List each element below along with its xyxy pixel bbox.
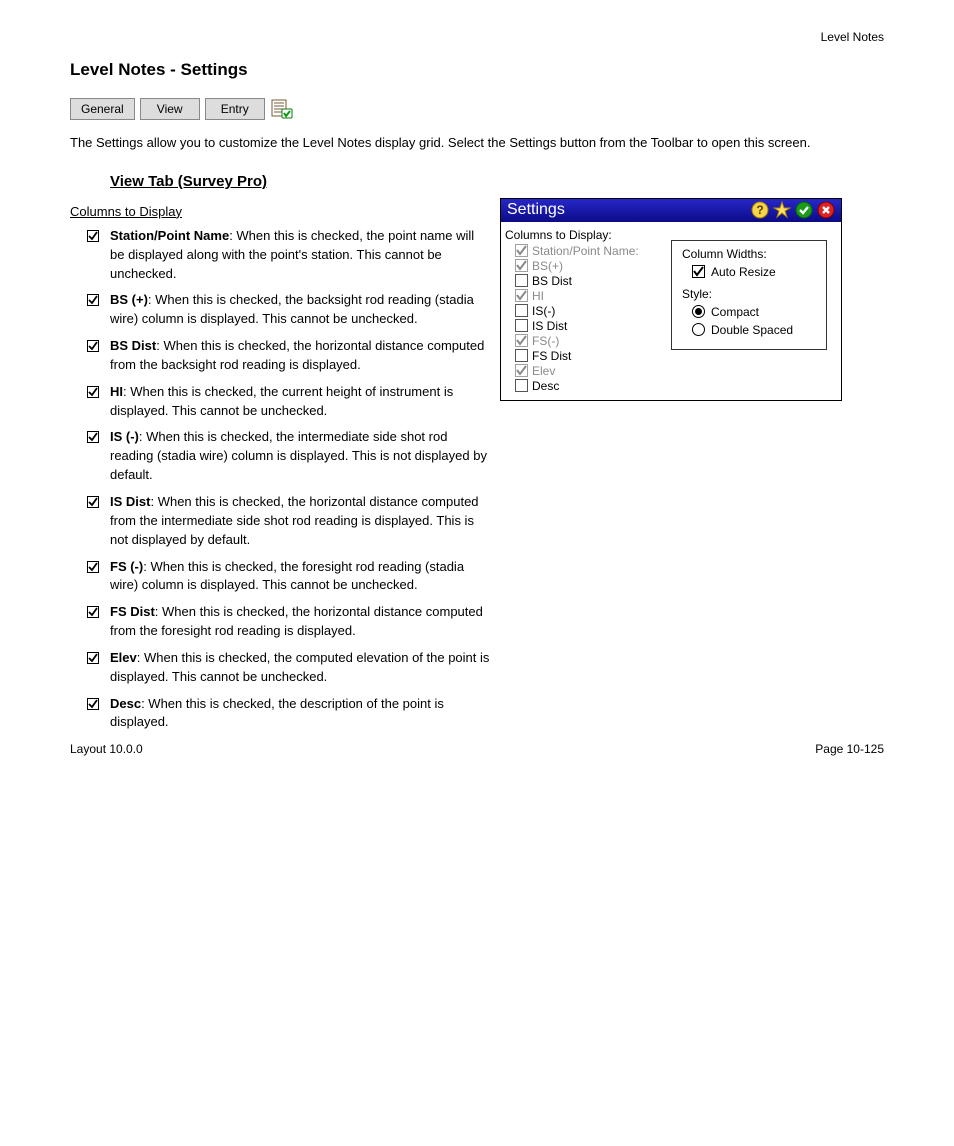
view-tab-header: View Tab (Survey Pro): [110, 173, 884, 190]
footer-right: Page 10-125: [815, 742, 884, 756]
doc-option-text: Station/Point Name: When this is checked…: [110, 227, 490, 284]
dlg-col-checkbox[interactable]: [515, 319, 528, 332]
dlg-col-checkbox[interactable]: [515, 349, 528, 362]
dlg-col-row-2: BS Dist: [515, 274, 665, 288]
dlg-col-checkbox: [515, 259, 528, 272]
dlg-col-checkbox[interactable]: [515, 304, 528, 317]
dlg-col-label: IS(-): [532, 304, 555, 318]
doc-option-text: FS Dist: When this is checked, the horiz…: [110, 603, 490, 641]
dlg-col-checkbox: [515, 289, 528, 302]
doc-checkbox-icon: [86, 651, 100, 665]
doc-checkbox-icon: [86, 697, 100, 711]
auto-resize-checkbox[interactable]: [692, 265, 705, 278]
help-icon[interactable]: ?: [751, 201, 769, 219]
column-widths-label: Column Widths:: [682, 247, 816, 261]
doc-option-8: Elev: When this is checked, the computed…: [86, 649, 490, 687]
close-icon[interactable]: [817, 201, 835, 219]
doc-checkbox-icon: [86, 605, 100, 619]
dlg-col-row-3: HI: [515, 289, 665, 303]
tab-view[interactable]: View: [140, 98, 200, 120]
svg-text:?: ?: [756, 203, 763, 217]
column-widths-group: Column Widths: Auto Resize Style: Compac…: [671, 240, 827, 350]
doc-option-6: FS (-): When this is checked, the foresi…: [86, 558, 490, 596]
dlg-col-label: BS Dist: [532, 274, 572, 288]
dlg-col-label: IS Dist: [532, 319, 567, 333]
dialog-title: Settings: [507, 201, 565, 219]
doc-option-7: FS Dist: When this is checked, the horiz…: [86, 603, 490, 641]
doc-option-text: Elev: When this is checked, the computed…: [110, 649, 490, 687]
dlg-col-label: FS(-): [532, 334, 559, 348]
dlg-col-checkbox: [515, 364, 528, 377]
doc-option-text: BS Dist: When this is checked, the horiz…: [110, 337, 490, 375]
star-icon[interactable]: [773, 201, 791, 219]
doc-option-text: Desc: When this is checked, the descript…: [110, 695, 490, 733]
style-label: Style:: [682, 287, 816, 301]
ok-icon[interactable]: [795, 201, 813, 219]
style-double-label: Double Spaced: [711, 323, 793, 337]
doc-checkbox-icon: [86, 385, 100, 399]
doc-checkbox-icon: [86, 495, 100, 509]
dlg-col-row-7: FS Dist: [515, 349, 665, 363]
doc-option-3: HI: When this is checked, the current he…: [86, 383, 490, 421]
doc-option-text: FS (-): When this is checked, the foresi…: [110, 558, 490, 596]
doc-option-0: Station/Point Name: When this is checked…: [86, 227, 490, 284]
dlg-col-checkbox[interactable]: [515, 379, 528, 392]
doc-option-text: IS (-): When this is checked, the interm…: [110, 428, 490, 485]
dlg-col-row-8: Elev: [515, 364, 665, 378]
tab-entry[interactable]: Entry: [205, 98, 265, 120]
doc-option-text: IS Dist: When this is checked, the horiz…: [110, 493, 490, 550]
page-header-right: Level Notes: [821, 30, 884, 44]
dlg-col-row-5: IS Dist: [515, 319, 665, 333]
doc-option-9: Desc: When this is checked, the descript…: [86, 695, 490, 733]
style-compact-label: Compact: [711, 305, 759, 319]
dlg-col-row-9: Desc: [515, 379, 665, 393]
dlg-col-row-6: FS(-): [515, 334, 665, 348]
dlg-col-label: Station/Point Name:: [532, 244, 639, 258]
toolbar-tabs: General View Entry: [70, 98, 884, 120]
dlg-col-label: BS(+): [532, 259, 563, 273]
dlg-col-row-1: BS(+): [515, 259, 665, 273]
doc-option-2: BS Dist: When this is checked, the horiz…: [86, 337, 490, 375]
doc-option-5: IS Dist: When this is checked, the horiz…: [86, 493, 490, 550]
dlg-col-label: Desc: [532, 379, 559, 393]
page-title: Level Notes - Settings: [70, 60, 884, 80]
dlg-col-label: HI: [532, 289, 544, 303]
dlg-col-label: Elev: [532, 364, 555, 378]
settings-ok-icon[interactable]: [270, 98, 294, 120]
doc-checkbox-icon: [86, 560, 100, 574]
doc-option-4: IS (-): When this is checked, the interm…: [86, 428, 490, 485]
dlg-col-checkbox: [515, 334, 528, 347]
dlg-col-checkbox: [515, 244, 528, 257]
doc-option-text: HI: When this is checked, the current he…: [110, 383, 490, 421]
dlg-col-row-4: IS(-): [515, 304, 665, 318]
doc-checkbox-icon: [86, 293, 100, 307]
doc-checkbox-icon: [86, 229, 100, 243]
intro-text: The Settings allow you to customize the …: [70, 134, 884, 153]
tab-general[interactable]: General: [70, 98, 135, 120]
columns-to-display-label: Columns to Display:: [505, 228, 665, 242]
style-compact-radio[interactable]: [692, 305, 705, 318]
doc-option-1: BS (+): When this is checked, the backsi…: [86, 291, 490, 329]
settings-dialog: Settings ?: [500, 198, 842, 401]
dlg-col-row-0: Station/Point Name:: [515, 244, 665, 258]
style-double-radio[interactable]: [692, 323, 705, 336]
columns-header: Columns to Display: [70, 204, 490, 219]
footer-left: Layout 10.0.0: [70, 742, 143, 756]
auto-resize-label: Auto Resize: [711, 265, 776, 279]
doc-checkbox-icon: [86, 339, 100, 353]
dlg-col-checkbox[interactable]: [515, 274, 528, 287]
doc-option-text: BS (+): When this is checked, the backsi…: [110, 291, 490, 329]
doc-checkbox-icon: [86, 430, 100, 444]
dlg-col-label: FS Dist: [532, 349, 571, 363]
